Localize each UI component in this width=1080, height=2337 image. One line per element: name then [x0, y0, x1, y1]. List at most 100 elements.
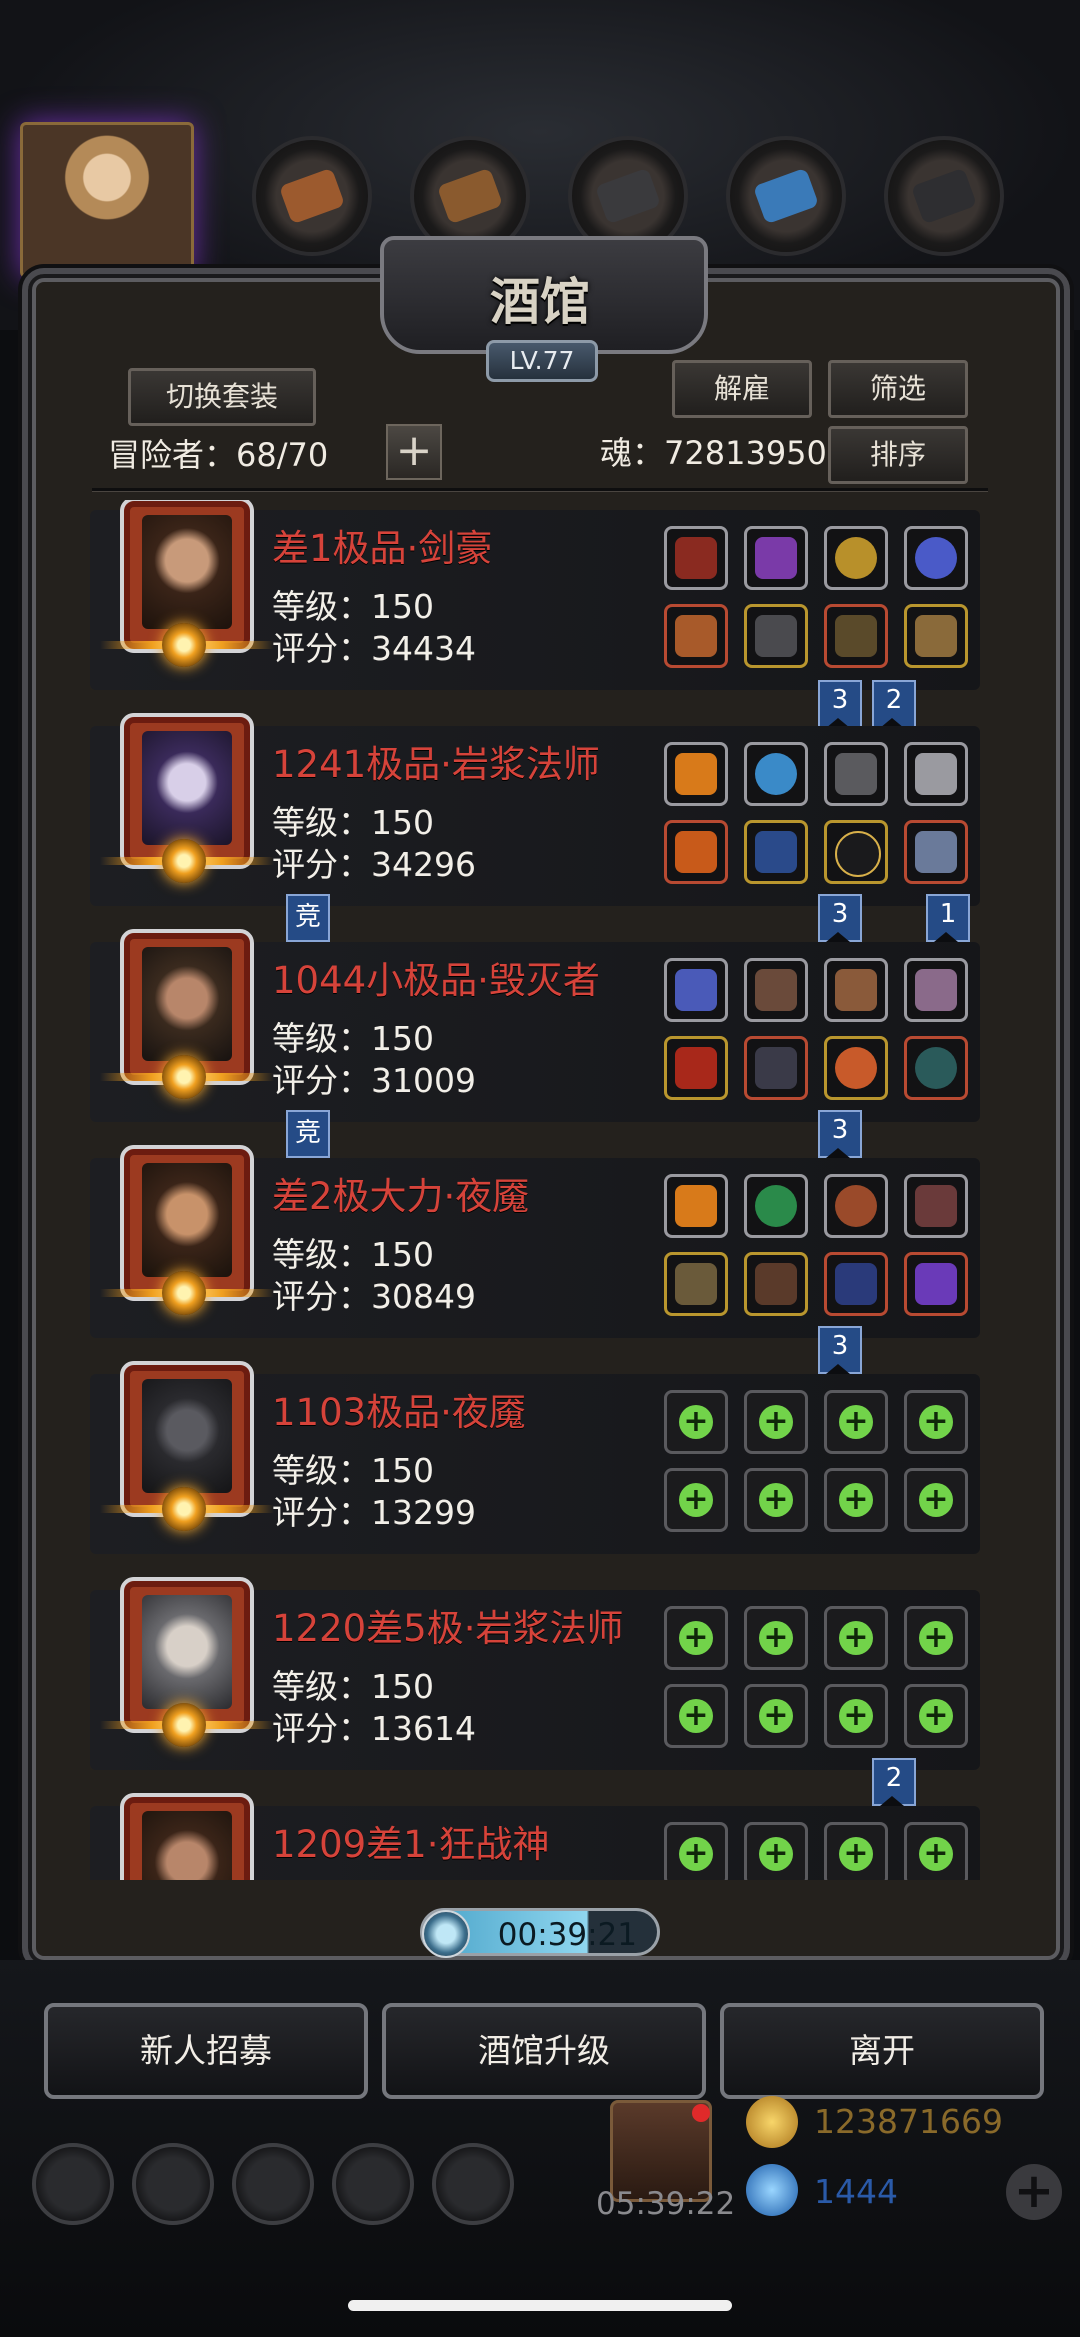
- empty-slot[interactable]: +: [744, 1606, 808, 1670]
- equipment-slot[interactable]: [824, 526, 888, 590]
- empty-slot[interactable]: +: [824, 1606, 888, 1670]
- empty-slot[interactable]: +: [744, 1468, 808, 1532]
- equipment-slot[interactable]: [744, 820, 808, 884]
- hero-card[interactable]: 1241极品·岩浆法师 等级：150 评分：34296: [90, 713, 980, 906]
- clock-icon: [422, 1910, 470, 1958]
- hero-portrait[interactable]: [100, 1361, 274, 1531]
- skill-orb-5[interactable]: [884, 136, 1004, 256]
- equipment-slot[interactable]: [664, 1036, 728, 1100]
- equipment-slot[interactable]: [824, 958, 888, 1022]
- hero-list[interactable]: 差1极品·剑豪 等级：150 评分：34434 3 2 1241极品·岩浆法师 …: [60, 500, 1020, 1880]
- mail-icon[interactable]: [332, 2143, 414, 2225]
- add-equipment-icon: +: [839, 1621, 873, 1655]
- add-equipment-icon: +: [919, 1699, 953, 1733]
- dismiss-button[interactable]: 解雇: [672, 360, 812, 418]
- empty-slot[interactable]: +: [664, 1606, 728, 1670]
- pearl-icon: [915, 537, 957, 579]
- equipment-slot[interactable]: [744, 604, 808, 668]
- empty-slot[interactable]: +: [904, 1684, 968, 1748]
- equipment-slot[interactable]: [824, 604, 888, 668]
- equipment-slot[interactable]: [664, 1174, 728, 1238]
- equipment-slot[interactable]: [664, 958, 728, 1022]
- equipment-slot[interactable]: [664, 604, 728, 668]
- leave-button[interactable]: 离开: [720, 2003, 1044, 2099]
- empty-slot[interactable]: +: [664, 1390, 728, 1454]
- equipment-slot[interactable]: [744, 742, 808, 806]
- equipment-slot[interactable]: [904, 742, 968, 806]
- equipment-slot[interactable]: [744, 526, 808, 590]
- equipment-slot[interactable]: [904, 526, 968, 590]
- equipment-slot[interactable]: [664, 742, 728, 806]
- upgrade-tavern-button[interactable]: 酒馆升级: [382, 2003, 706, 2099]
- hero-card[interactable]: 1220差5极·岩浆法师 等级：150 评分：13614 + + + + + +…: [90, 1577, 980, 1770]
- sort-button[interactable]: 排序: [828, 426, 968, 484]
- skill-orb-1[interactable]: [252, 136, 372, 256]
- empty-slot[interactable]: +: [904, 1822, 968, 1880]
- recruit-button[interactable]: 新人招募: [44, 2003, 368, 2099]
- equipment-slot[interactable]: [664, 1252, 728, 1316]
- equipment-slot[interactable]: [664, 526, 728, 590]
- settings-gear-icon[interactable]: [32, 2143, 114, 2225]
- hero-portrait[interactable]: [100, 713, 274, 883]
- equipment-slot[interactable]: [744, 958, 808, 1022]
- equipment-slot[interactable]: [904, 820, 968, 884]
- character-icon[interactable]: [132, 2143, 214, 2225]
- hero-card[interactable]: 1209差1·狂战神 + + + +: [90, 1793, 980, 1880]
- soul-label: 魂：: [600, 434, 665, 472]
- hero-card[interactable]: 1103极品·夜魇 等级：150 评分：13299 + + + + + + + …: [90, 1361, 980, 1554]
- equipment-slot[interactable]: [904, 958, 968, 1022]
- guild-icon[interactable]: [232, 2143, 314, 2225]
- hero-portrait[interactable]: [100, 1145, 274, 1315]
- expand-roster-button[interactable]: +: [386, 424, 442, 480]
- map-icon[interactable]: [432, 2143, 514, 2225]
- skill-orb-4[interactable]: [726, 136, 846, 256]
- hero-portrait[interactable]: [100, 1577, 274, 1747]
- empty-slot[interactable]: +: [824, 1822, 888, 1880]
- equipment-slot[interactable]: [744, 1174, 808, 1238]
- empty-slot[interactable]: +: [664, 1684, 728, 1748]
- home-indicator[interactable]: [348, 2300, 732, 2311]
- rank-emblem-icon: [162, 1055, 206, 1099]
- hero-card[interactable]: 1044小极品·毁灭者 等级：150 评分：31009: [90, 929, 980, 1122]
- empty-slot[interactable]: +: [744, 1684, 808, 1748]
- hero-portrait[interactable]: [100, 929, 274, 1099]
- hero-name: 1103极品·夜魇: [272, 1391, 526, 1434]
- equipment-slot[interactable]: [904, 1036, 968, 1100]
- equipment-slot[interactable]: [824, 1252, 888, 1316]
- switch-outfit-button[interactable]: 切换套装: [128, 368, 316, 426]
- empty-slot[interactable]: +: [824, 1468, 888, 1532]
- equipment-slot[interactable]: [824, 820, 888, 884]
- empty-slot[interactable]: +: [824, 1390, 888, 1454]
- hero-card[interactable]: 差2极大力·夜魇 等级：150 评分：30849: [90, 1145, 980, 1338]
- equipment-slot[interactable]: [904, 604, 968, 668]
- empty-slot[interactable]: +: [664, 1468, 728, 1532]
- hero-score: 评分：13299: [272, 1493, 476, 1532]
- filter-button[interactable]: 筛选: [828, 360, 968, 418]
- empty-slot[interactable]: +: [744, 1390, 808, 1454]
- hero-name: 差1极品·剑豪: [272, 527, 493, 570]
- hero-face: [142, 1379, 232, 1493]
- empty-slot[interactable]: +: [744, 1822, 808, 1880]
- equipment-slot[interactable]: [904, 1252, 968, 1316]
- empty-slot[interactable]: +: [664, 1822, 728, 1880]
- add-equipment-icon: +: [759, 1699, 793, 1733]
- empty-slot[interactable]: +: [904, 1390, 968, 1454]
- equipment-slot[interactable]: [664, 820, 728, 884]
- add-equipment-icon: +: [839, 1483, 873, 1517]
- player-avatar[interactable]: [20, 122, 194, 278]
- plank-icon: [436, 167, 504, 225]
- hero-portrait[interactable]: [120, 1793, 254, 1880]
- equipment-slot[interactable]: [744, 1252, 808, 1316]
- equipment-slot[interactable]: [904, 1174, 968, 1238]
- empty-slot[interactable]: +: [904, 1606, 968, 1670]
- hero-portrait[interactable]: [100, 500, 274, 667]
- equipment-slot[interactable]: [744, 1036, 808, 1100]
- amulet-icon: [915, 1047, 957, 1089]
- empty-slot[interactable]: +: [824, 1684, 888, 1748]
- equipment-slot[interactable]: [824, 742, 888, 806]
- equipment-slot[interactable]: [824, 1174, 888, 1238]
- equipment-slot[interactable]: [824, 1036, 888, 1100]
- empty-slot[interactable]: +: [904, 1468, 968, 1532]
- hero-card[interactable]: 差1极品·剑豪 等级：150 评分：34434: [90, 500, 980, 690]
- add-currency-button[interactable]: +: [1006, 2164, 1062, 2220]
